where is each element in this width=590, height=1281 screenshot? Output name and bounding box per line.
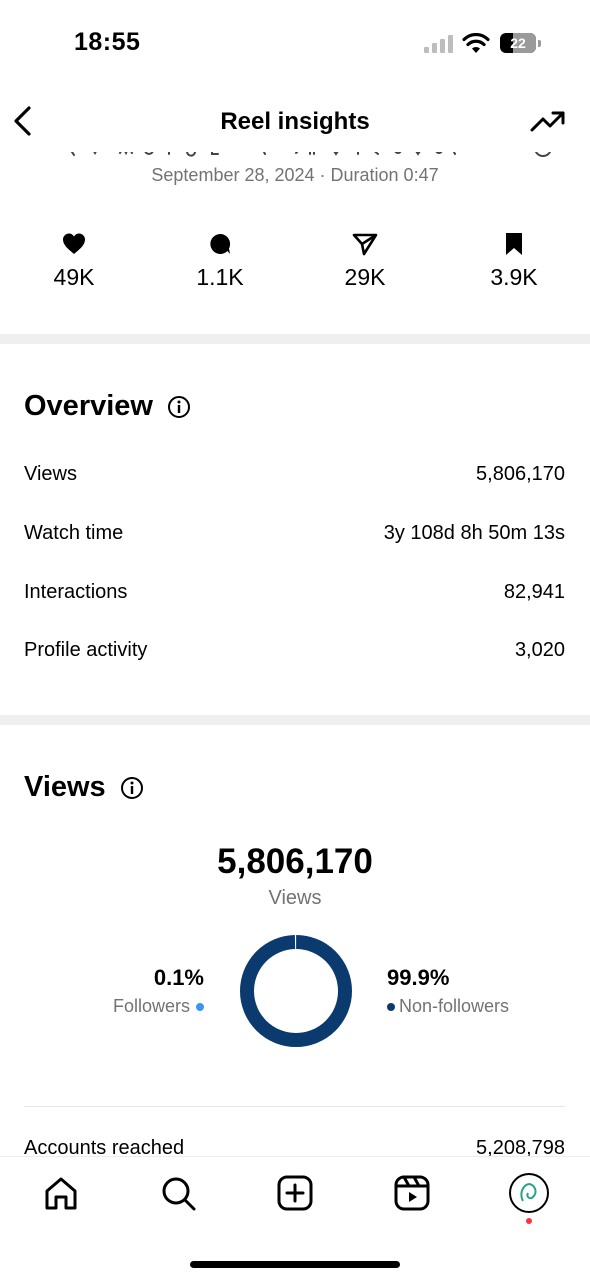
- bookmark-icon: [506, 233, 522, 255]
- info-icon[interactable]: [167, 395, 191, 419]
- section-divider: [0, 334, 590, 344]
- donut-segment-non-followers: [240, 935, 352, 1047]
- non-followers-dot: [387, 1002, 395, 1011]
- nav-header: Reel insights: [0, 92, 590, 152]
- home-indicator: [190, 1261, 400, 1268]
- non-followers-legend: 99.9% Non-followers: [387, 965, 567, 1017]
- metric-value: 82,941: [503, 581, 565, 603]
- overview-title: Overview: [24, 390, 153, 422]
- non-followers-percent: 99.9%: [387, 965, 450, 990]
- profile-avatar[interactable]: [509, 1173, 549, 1213]
- avatar-image: [520, 1182, 537, 1202]
- reel-caption-fragment: [70, 152, 551, 157]
- page-title: Reel insights: [220, 108, 370, 135]
- metric-value: 5,208,798: [476, 1137, 565, 1156]
- status-bar: 18:55 22: [0, 0, 590, 88]
- trending-up-icon[interactable]: [528, 106, 568, 136]
- metric-label: Accounts reached: [24, 1137, 185, 1156]
- search-icon[interactable]: [156, 1171, 200, 1215]
- section-divider: [0, 715, 590, 725]
- cellular-signal-icon: [424, 35, 453, 53]
- stat-likes: 49K: [24, 232, 124, 291]
- metric-label: Watch time: [24, 522, 124, 544]
- followers-percent: 0.1%: [153, 965, 204, 990]
- insights-scroll-area[interactable]: September 28, 2024 · Duration 0:47 49K 1…: [0, 152, 590, 1156]
- wifi-icon: [462, 33, 490, 53]
- overview-row-profile-activity[interactable]: Profile activity 3,020: [24, 639, 565, 669]
- non-followers-label: Non-followers: [399, 996, 510, 1016]
- divider: [24, 1106, 565, 1107]
- likes-count: 49K: [53, 264, 95, 290]
- reel-date-duration: September 28, 2024 · Duration 0:47: [151, 165, 439, 185]
- overview-row-interactions[interactable]: Interactions 82,941: [24, 581, 565, 611]
- comment-icon: [210, 233, 231, 254]
- views-total: 5,806,170: [217, 842, 373, 881]
- overview-row-watch-time[interactable]: Watch time 3y 108d 8h 50m 13s: [24, 522, 565, 552]
- overview-section-header: Overview: [24, 390, 191, 423]
- stat-saves: 3.9K: [464, 232, 564, 291]
- accounts-reached-row[interactable]: Accounts reached 5,208,798: [24, 1137, 565, 1156]
- metric-value: 5,806,170: [476, 463, 565, 485]
- saves-count: 3.9K: [490, 264, 538, 290]
- metric-label: Views: [24, 463, 77, 485]
- stat-comments: 1.1K: [170, 232, 270, 291]
- overview-row-views[interactable]: Views 5,806,170: [24, 463, 565, 493]
- metric-label: Profile activity: [24, 639, 148, 661]
- metric-value: 3y 108d 8h 50m 13s: [383, 522, 565, 544]
- views-title: Views: [24, 771, 106, 803]
- battery-level: 22: [510, 35, 526, 51]
- metric-value: 3,020: [514, 639, 565, 661]
- create-icon[interactable]: [273, 1171, 317, 1215]
- views-donut-chart: [240, 935, 352, 1047]
- status-time: 18:55: [74, 28, 141, 56]
- views-caption: Views: [268, 887, 322, 909]
- home-icon[interactable]: [39, 1171, 83, 1215]
- notification-dot: [526, 1218, 532, 1224]
- bottom-tab-bar: [0, 1156, 590, 1281]
- views-section-header: Views: [24, 771, 144, 804]
- battery-icon: 22: [500, 33, 542, 55]
- followers-dot: [196, 1002, 204, 1011]
- followers-label: Followers: [112, 996, 190, 1016]
- comments-count: 1.1K: [196, 264, 244, 290]
- send-icon: [352, 233, 378, 256]
- heart-icon: [63, 233, 85, 254]
- followers-legend: 0.1% Followers: [60, 965, 204, 1017]
- reels-icon[interactable]: [390, 1171, 434, 1215]
- stat-shares: 29K: [315, 232, 415, 291]
- metric-label: Interactions: [24, 581, 128, 603]
- info-icon[interactable]: [120, 776, 144, 800]
- shares-count: 29K: [344, 264, 386, 290]
- reel-stats-row: 49K 1.1K 29K 3.9K: [0, 232, 590, 302]
